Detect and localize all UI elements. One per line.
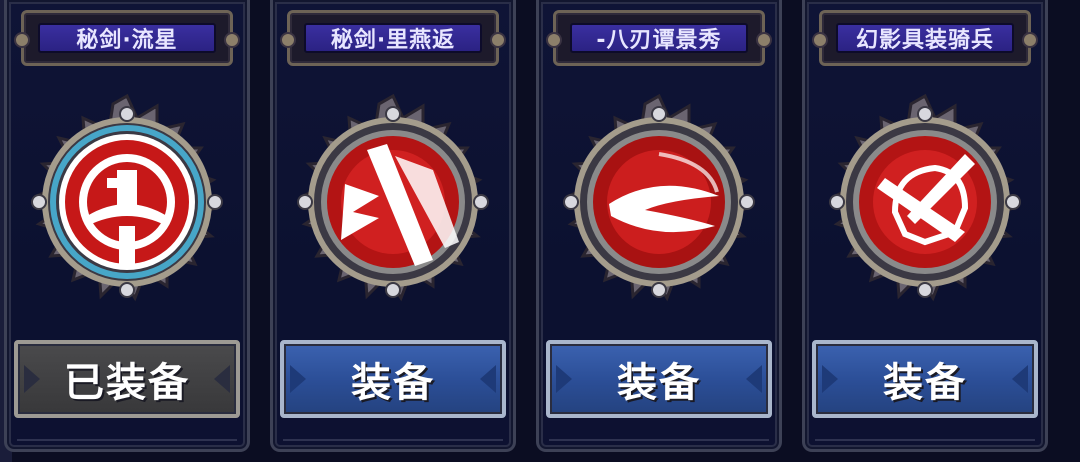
arrow-left-icon bbox=[290, 365, 306, 393]
equip-button[interactable]: 装备 bbox=[280, 340, 506, 418]
skill-title-plate: 幻影具装骑兵 bbox=[812, 10, 1038, 66]
horse-helm-icon[interactable] bbox=[815, 92, 1035, 312]
skill-card-2[interactable]: 秘剑·里燕返 装备 bbox=[270, 0, 516, 452]
equipped-button-label: 已装备 bbox=[64, 360, 190, 406]
skill-title-plate: 秘剑·流星 bbox=[14, 10, 240, 66]
equip-button[interactable]: 装备 bbox=[812, 340, 1038, 418]
arrow-right-icon bbox=[1012, 365, 1028, 393]
skill-card-row: 秘剑·流星 已装备 秘剑·里燕返 装备 -八刃谭景秀 装备 幻影具装骑兵 装备 bbox=[0, 0, 1080, 462]
skill-title: 秘剑·流星 bbox=[76, 28, 178, 53]
arrow-right-icon bbox=[480, 365, 496, 393]
skill-title: 幻影具装骑兵 bbox=[855, 28, 994, 53]
skill-card-1[interactable]: 秘剑·流星 已装备 bbox=[4, 0, 250, 452]
equip-button[interactable]: 装备 bbox=[546, 340, 772, 418]
equip-button-label: 装备 bbox=[351, 360, 435, 406]
wind-slash-icon[interactable] bbox=[549, 92, 769, 312]
arrow-left-icon bbox=[822, 365, 838, 393]
equipped-button[interactable]: 已装备 bbox=[14, 340, 240, 418]
skill-title-plate: 秘剑·里燕返 bbox=[280, 10, 506, 66]
skill-card-3[interactable]: -八刃谭景秀 装备 bbox=[536, 0, 782, 452]
arrow-right-icon bbox=[746, 365, 762, 393]
equip-button-label: 装备 bbox=[617, 360, 701, 406]
skill-title: -八刃谭景秀 bbox=[596, 28, 722, 53]
skill-title: 秘剑·里燕返 bbox=[330, 28, 456, 53]
arrow-left-icon bbox=[24, 365, 40, 393]
arrow-right-icon bbox=[214, 365, 230, 393]
skill-title-plate: -八刃谭景秀 bbox=[546, 10, 772, 66]
skill-card-4[interactable]: 幻影具装骑兵 装备 bbox=[802, 0, 1048, 452]
arrow-left-icon bbox=[556, 365, 572, 393]
sword-slash-icon[interactable] bbox=[283, 92, 503, 312]
numeral-one-icon[interactable] bbox=[17, 92, 237, 312]
equip-button-label: 装备 bbox=[883, 360, 967, 406]
